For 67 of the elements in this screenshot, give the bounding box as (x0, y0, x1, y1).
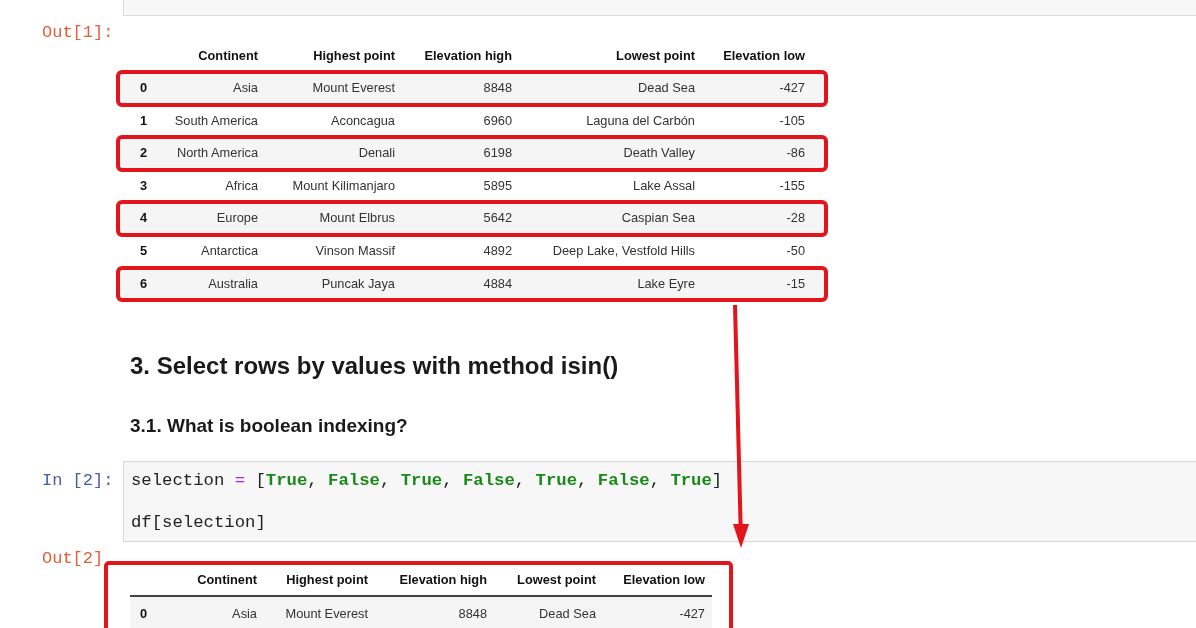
column-header: Elevation high (399, 571, 487, 590)
table-cell-text: Death Valley (623, 144, 695, 163)
row-index: 0 (140, 79, 148, 97)
table-cell-text: 5895 (483, 176, 512, 195)
table-cell-text: 8848 (483, 79, 512, 97)
table-cell-text: Vinson Massif (315, 241, 395, 260)
table-cell-text: -15 (786, 274, 805, 293)
row-index: 2 (140, 144, 148, 163)
row-index: 3 (140, 176, 148, 195)
table-cell-text: Laguna del Carbón (586, 111, 695, 130)
table-cell-text: Puncak Jaya (321, 274, 395, 293)
table-cell-text: -28 (786, 209, 805, 228)
column-header: Highest point (286, 571, 368, 590)
table-cell-text: 4892 (483, 241, 512, 260)
code-line: df[selection] (131, 512, 266, 534)
column-header: Lowest point (616, 47, 695, 65)
row-index: 4 (140, 209, 148, 228)
table-cell-text: Caspian Sea (621, 209, 695, 228)
table-cell-text: Australia (208, 274, 258, 293)
table-cell-text: Mount Kilimanjaro (292, 176, 395, 195)
section-heading: 3. Select rows by values with method isin() (130, 351, 619, 382)
table-cell-text: -86 (786, 144, 805, 163)
table-cell-text: Asia (232, 604, 257, 623)
table-cell-text: -427 (779, 79, 805, 97)
input-prompt: In [2]: (41, 470, 115, 492)
table-cell-text: South America (174, 111, 258, 130)
table-cell-text: 5642 (483, 209, 512, 228)
table-cell-text: -50 (786, 241, 805, 260)
table-cell-text: Deep Lake, Vestfold Hills (552, 241, 695, 260)
row-index: 5 (140, 241, 148, 260)
code-cell[interactable]: selection = [True, False, True, False, True, False, True] df[selection] (123, 461, 1196, 543)
table-cell-text: Africa (225, 176, 258, 195)
table-cell-text: North America (176, 144, 258, 163)
row-index: 1 (140, 111, 148, 130)
subsection-heading: 3.1. What is boolean indexing? (130, 414, 408, 439)
table-cell-text: -155 (779, 176, 805, 195)
output-prompt: Out[2] (41, 550, 105, 569)
column-header: Lowest point (517, 571, 596, 590)
table-cell-text: 4884 (483, 274, 512, 293)
column-header: Elevation low (623, 571, 705, 590)
column-header: Elevation low (723, 47, 805, 65)
code-line: selection = [True, False, True, False, True, False, True] (131, 470, 723, 492)
table-cell-text: Antarctica (201, 241, 258, 260)
column-header: Highest point (313, 47, 395, 65)
code-cell[interactable] (123, 0, 1196, 16)
row-index: 6 (140, 274, 148, 293)
row-index: 0 (140, 604, 148, 623)
column-header: Elevation high (424, 47, 512, 65)
table-cell-text: Europe (216, 209, 258, 228)
column-header: Continent (198, 47, 258, 65)
table-cell-text: 8848 (458, 604, 487, 623)
table-cell-text: Mount Everest (312, 79, 395, 97)
output-prompt: Out[1]: (41, 24, 115, 42)
table-cell-text: 6198 (483, 144, 512, 163)
table-cell-text: Asia (233, 79, 258, 97)
table-cell-text: -427 (679, 604, 705, 623)
table-cell-text: Denali (358, 144, 395, 163)
table-cell-text: Lake Eyre (637, 274, 695, 293)
table-cell-text: -105 (779, 111, 805, 130)
table-cell-text: Lake Assal (633, 176, 695, 195)
table-cell-text: Dead Sea (638, 79, 695, 97)
table-cell-text: 6960 (483, 111, 512, 130)
column-header: Continent (197, 571, 257, 590)
table-cell-text: Mount Elbrus (319, 209, 395, 228)
table-cell-text: Aconcagua (330, 111, 395, 130)
table-cell-text: Dead Sea (539, 604, 596, 623)
table-cell-text: Mount Everest (285, 604, 368, 623)
